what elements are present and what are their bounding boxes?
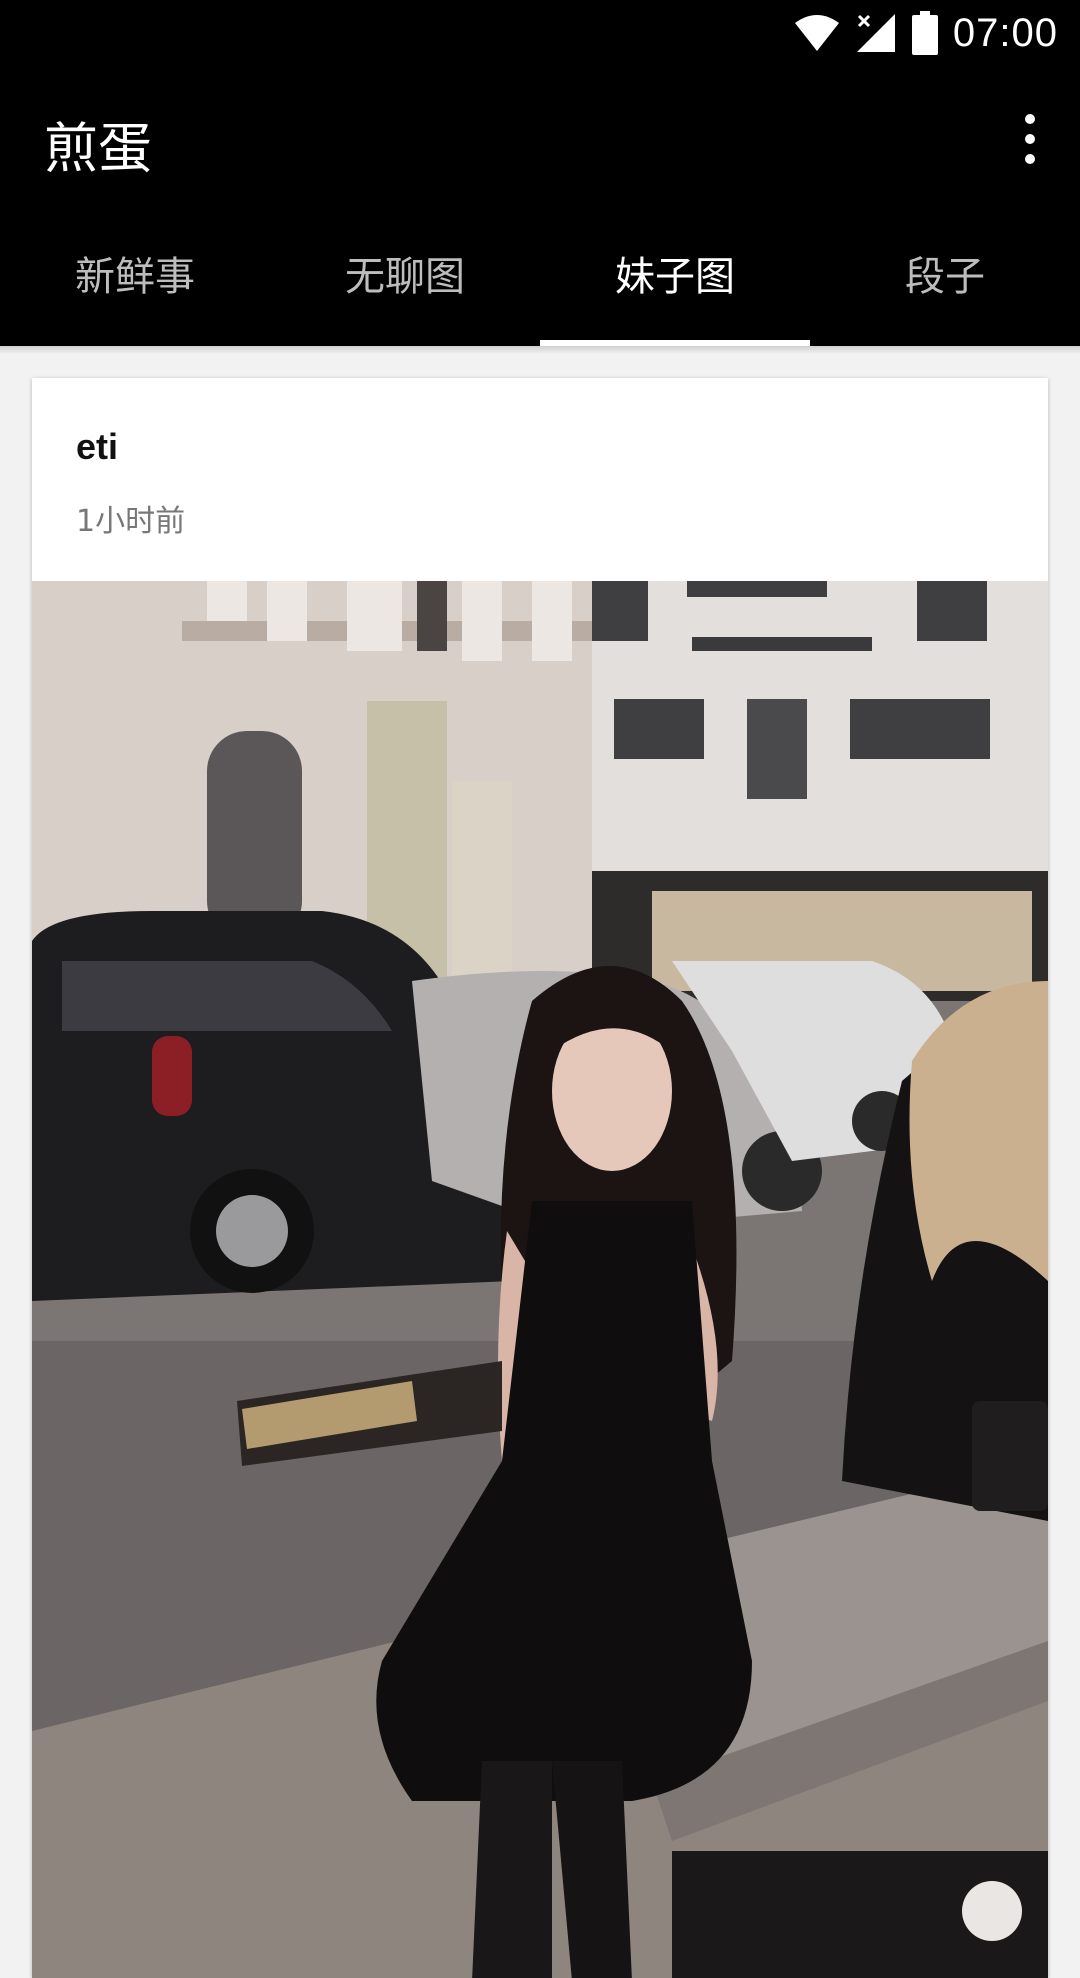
post-time: 1小时前 [76, 504, 186, 539]
post-author[interactable]: eti [76, 426, 118, 468]
status-time: 07:00 [952, 10, 1058, 55]
tab-label: 段子 [905, 254, 985, 300]
tab-girl-pics[interactable]: 妹子图 [540, 212, 810, 346]
more-options-button[interactable] [1000, 104, 1060, 174]
status-icons: 07:00 [793, 8, 1058, 58]
post-header: eti 1小时前 [32, 378, 1048, 581]
app-toolbar: 煎蛋 [0, 66, 1080, 212]
app-title: 煎蛋 [44, 117, 152, 180]
tab-label: 新鲜事 [75, 254, 195, 300]
tabs-shadow [0, 346, 1080, 354]
wifi-icon [794, 15, 839, 51]
street-photo [32, 581, 1048, 1978]
tab-funny-pics[interactable]: 无聊图 [270, 212, 540, 346]
post-image[interactable] [32, 581, 1048, 1978]
category-tabs: 新鲜事 无聊图 妹子图 段子 [0, 212, 1080, 346]
tab-news[interactable]: 新鲜事 [0, 212, 270, 346]
tab-jokes[interactable]: 段子 [810, 212, 1080, 346]
more-vert-icon [1025, 114, 1035, 124]
cellular-no-signal-icon [856, 14, 895, 52]
post-card[interactable]: eti 1小时前 [32, 378, 1048, 1978]
tab-label: 妹子图 [615, 254, 735, 300]
tab-label: 无聊图 [345, 254, 465, 300]
status-bar: 07:00 [0, 0, 1080, 66]
battery-icon [911, 11, 938, 55]
